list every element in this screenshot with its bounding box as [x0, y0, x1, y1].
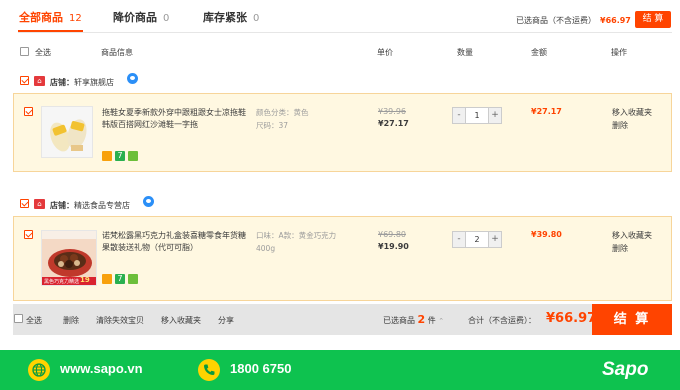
selected-count: 已选商品 2 件 ⌃	[383, 313, 444, 326]
tab-price-drop-label: 降价商品	[113, 11, 157, 24]
current-price: ¥27.17	[378, 119, 409, 128]
guarantee-icon	[128, 151, 138, 161]
promo-footer: www.sapo.vn 1800 6750 Sapo	[0, 350, 680, 390]
sapo-logo-text: Sapo	[602, 359, 649, 380]
quantity-stepper: - 1 +	[452, 107, 502, 124]
globe-icon	[28, 359, 50, 381]
item-amount: ¥27.17	[531, 107, 562, 116]
credit-card-icon	[102, 151, 112, 161]
cart-bottom-bar: 全选 删除 清除失效宝贝 移入收藏夹 分享 已选商品 2 件 ⌃ 合计（不含运费…	[13, 304, 672, 335]
credit-card-icon	[102, 274, 112, 284]
select-all-checkbox[interactable]	[20, 47, 29, 56]
shop-icon: ⌂	[34, 199, 45, 209]
original-price: ¥39.96	[378, 107, 406, 116]
item-actions: 移入收藏夹 删除	[612, 106, 652, 132]
seven-day-return-icon: 7	[115, 151, 125, 161]
quantity-stepper: - 2 +	[452, 231, 502, 248]
tab-low-stock[interactable]: 库存紧张 0	[203, 8, 259, 28]
sku-size: 尺码：37	[256, 121, 289, 130]
item-title[interactable]: 诺梵松露黑巧克力礼盒装喜糖零食年货糖果散装送礼物（代可可脂）	[102, 230, 252, 254]
shop-name-text: 轩享旗舰店	[74, 78, 114, 87]
share-link[interactable]: 分享	[218, 315, 234, 326]
item-sku: 口味：A款：黄金巧克力 400g	[256, 229, 336, 255]
guarantee-icon	[128, 274, 138, 284]
checkout-button[interactable]: 结 算	[592, 304, 672, 335]
shop-name[interactable]: 店铺：精选食品专营店	[50, 200, 130, 211]
item-title[interactable]: 拖鞋女夏季新款外穿中跟粗跟女士凉拖鞋韩版百搭网红沙滩鞋一字拖	[102, 107, 252, 131]
tab-all-items[interactable]: 全部商品 12	[19, 8, 82, 28]
clear-invalid-link[interactable]: 清除失效宝贝	[96, 315, 144, 326]
sku-flavor: 口味：A款：黄金巧克力	[256, 231, 337, 240]
quantity-decrease-button[interactable]: -	[453, 232, 465, 247]
quantity-decrease-button[interactable]: -	[453, 108, 465, 123]
quantity-input[interactable]: 2	[465, 232, 489, 247]
item-service-badges: 7	[102, 274, 138, 284]
original-price: ¥69.80	[378, 230, 406, 239]
header-select-all: 全选	[35, 48, 51, 57]
bottom-select-all-checkbox[interactable]	[14, 314, 23, 323]
selected-count-suffix: 件	[427, 316, 436, 325]
seven-day-return-icon: 7	[115, 274, 125, 284]
item-checkbox[interactable]	[24, 107, 33, 116]
shop-checkbox[interactable]	[20, 76, 29, 85]
item-actions: 移入收藏夹 删除	[612, 229, 652, 255]
quantity-increase-button[interactable]: +	[489, 108, 501, 123]
quantity-input[interactable]: 1	[465, 108, 489, 123]
shop-prefix: 店铺：	[50, 78, 74, 87]
sapo-logo: Sapo	[597, 356, 667, 384]
bottom-favorites-link[interactable]: 移入收藏夹	[161, 315, 201, 326]
current-price: ¥19.90	[378, 242, 409, 251]
product-image[interactable]: 黑色巧克力精选 19	[41, 230, 97, 286]
chat-icon[interactable]	[143, 196, 154, 207]
item-checkbox[interactable]	[24, 230, 33, 239]
sku-weight: 400g	[256, 244, 276, 253]
move-to-favorites-link[interactable]: 移入收藏夹	[612, 106, 652, 119]
item-sku: 颜色分类：黄色 尺码：37	[256, 106, 309, 132]
header-amount: 金额	[531, 48, 547, 57]
item-amount: ¥39.80	[531, 230, 562, 239]
cart-item: 黑色巧克力精选 19 诺梵松露黑巧克力礼盒装喜糖零食年货糖果散装送礼物（代可可脂…	[13, 216, 672, 301]
caret-up-icon[interactable]: ⌃	[438, 317, 444, 325]
shop-name[interactable]: 店铺：轩享旗舰店	[50, 77, 114, 88]
thumb-label: 黑色巧克力精选	[44, 279, 80, 285]
tab-low-stock-label: 库存紧张	[203, 11, 247, 24]
tab-low-stock-count: 0	[253, 13, 260, 24]
delete-link[interactable]: 删除	[612, 119, 652, 132]
shop-icon: ⌂	[34, 76, 45, 86]
quantity-increase-button[interactable]: +	[489, 232, 501, 247]
tab-all-count: 12	[69, 13, 82, 24]
thumb-price: 19	[80, 276, 90, 284]
chat-icon[interactable]	[127, 73, 138, 84]
selected-count-number: 2	[417, 313, 426, 326]
selected-summary-price: ¥66.97	[600, 16, 631, 25]
sku-color: 颜色分类：黄色	[256, 108, 309, 117]
selected-count-prefix: 已选商品	[383, 316, 415, 325]
shop-name-text: 精选食品专营店	[74, 201, 130, 210]
tab-all-label: 全部商品	[19, 11, 63, 24]
bottom-delete-link[interactable]: 删除	[63, 315, 79, 326]
selected-summary: 已选商品（不含运费） ¥66.97	[516, 15, 631, 26]
bottom-select-all-label[interactable]: 全选	[26, 315, 42, 326]
tab-price-drop-count: 0	[163, 13, 170, 24]
phone-icon	[198, 359, 220, 381]
header-unit-price: 单价	[377, 48, 393, 57]
delete-link[interactable]: 删除	[612, 242, 652, 255]
tab-price-drop[interactable]: 降价商品 0	[113, 8, 169, 28]
header-action: 操作	[611, 48, 627, 57]
website-text: www.sapo.vn	[60, 361, 143, 376]
shop-checkbox[interactable]	[20, 199, 29, 208]
product-image[interactable]	[41, 106, 93, 158]
header-item-info: 商品信息	[101, 48, 133, 57]
total-label: 合计（不含运费）：	[468, 316, 536, 325]
header-quantity: 数量	[457, 48, 473, 57]
tab-divider	[18, 32, 672, 33]
top-checkout-button[interactable]: 结 算	[635, 11, 671, 28]
selected-summary-label: 已选商品（不含运费）	[516, 16, 596, 25]
phone-number-text: 1800 6750	[230, 361, 292, 376]
shop-prefix: 店铺：	[50, 201, 74, 210]
total-price: ¥66.97	[546, 311, 597, 326]
cart-item: 拖鞋女夏季新款外穿中跟粗跟女士凉拖鞋韩版百搭网红沙滩鞋一字拖 7 颜色分类：黄色…	[13, 93, 672, 172]
move-to-favorites-link[interactable]: 移入收藏夹	[612, 229, 652, 242]
item-service-badges: 7	[102, 151, 138, 161]
